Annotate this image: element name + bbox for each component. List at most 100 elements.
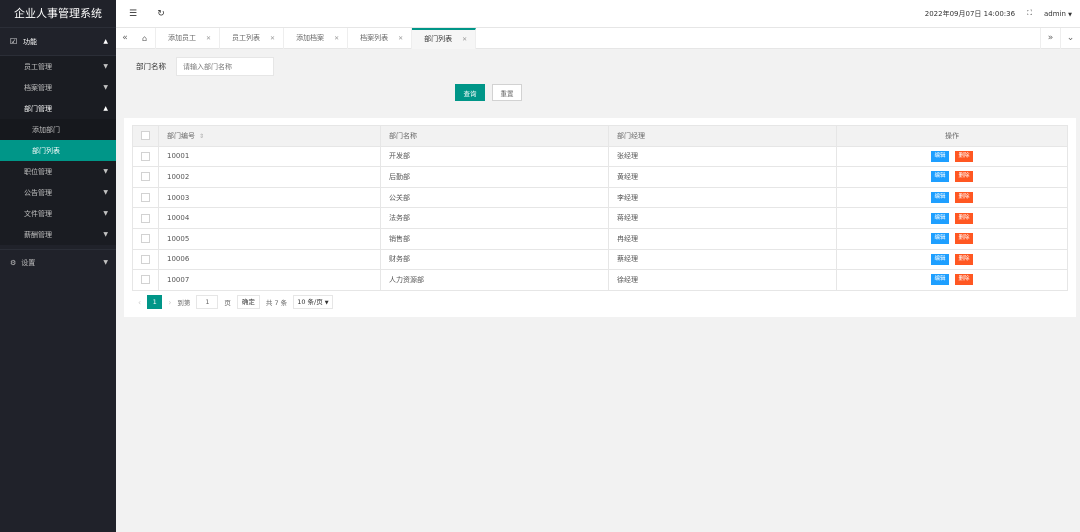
edit-button[interactable]: 编辑 xyxy=(931,150,949,162)
total-count: 共 7 条 xyxy=(265,299,288,307)
close-icon[interactable]: ✕ xyxy=(334,28,339,49)
row-checkbox[interactable] xyxy=(141,151,150,161)
edit-button[interactable]: 编辑 xyxy=(931,171,949,183)
tab-archive-list[interactable]: 档案列表 ✕ xyxy=(348,27,413,49)
close-icon[interactable]: ✕ xyxy=(206,28,211,49)
row-checkbox[interactable] xyxy=(141,254,150,264)
menu-settings[interactable]: ⚙ 设置 ▼ xyxy=(0,249,116,275)
cell-manager: 徐经理 xyxy=(608,269,837,291)
reset-button[interactable]: 重置 xyxy=(492,84,522,101)
delete-button[interactable]: 删除 xyxy=(955,171,973,183)
delete-button[interactable]: 删除 xyxy=(955,233,973,245)
row-select-cell[interactable] xyxy=(132,207,159,229)
delete-button[interactable]: 删除 xyxy=(955,192,973,204)
close-icon[interactable]: ✕ xyxy=(398,28,403,49)
edit-button[interactable]: 编辑 xyxy=(931,274,949,286)
edit-button[interactable]: 编辑 xyxy=(931,212,949,224)
delete-button[interactable]: 删除 xyxy=(955,150,973,162)
tab-add-employee[interactable]: 添加员工 ✕ xyxy=(156,27,221,49)
col-dept-id[interactable]: 部门编号 ⇕ xyxy=(158,125,381,147)
chevron-down-icon: ▼ xyxy=(324,300,329,306)
datetime: 2022年09月07日 14:00:36 xyxy=(924,9,1016,18)
chevron-down-icon: ▼ xyxy=(103,189,108,196)
menu-functions[interactable]: ☑ 功能 ▲ xyxy=(0,28,116,56)
sidebar-subitem-dept-list[interactable]: 部门列表 xyxy=(0,140,116,161)
tabs-scroll-right-icon[interactable]: » xyxy=(1040,27,1060,49)
prev-page-icon[interactable]: ‹ xyxy=(138,298,141,307)
row-select-cell[interactable] xyxy=(132,145,159,168)
sidebar-subitem-label: 部门列表 xyxy=(32,146,60,155)
row-checkbox[interactable] xyxy=(141,172,150,182)
select-all-checkbox[interactable] xyxy=(141,131,150,141)
row-checkbox[interactable] xyxy=(141,213,150,223)
tab-add-archive[interactable]: 添加档案 ✕ xyxy=(284,27,349,49)
table-row: 10006 财务部 蔡经理 编辑 删除 xyxy=(132,248,1068,271)
sort-icon[interactable]: ⇕ xyxy=(199,133,204,140)
row-select-cell[interactable] xyxy=(132,248,159,271)
sidebar-item-archive[interactable]: 档案管理 ▼ xyxy=(0,77,116,98)
table-row: 10001 开发部 张经理 编辑 删除 xyxy=(132,145,1068,168)
col-dept-name: 部门名称 xyxy=(380,125,609,147)
row-checkbox[interactable] xyxy=(141,193,150,203)
close-icon[interactable]: ✕ xyxy=(270,28,275,49)
row-checkbox[interactable] xyxy=(141,234,150,244)
username: admin xyxy=(1043,9,1066,18)
delete-button[interactable]: 删除 xyxy=(955,253,973,265)
sidebar-item-department[interactable]: 部门管理 ▲ xyxy=(0,98,116,119)
col-manager: 部门经理 xyxy=(608,125,837,147)
table-panel: 部门编号 ⇕ 部门名称 部门经理 操作 10001 开发部 张经理 编辑 删除 10… xyxy=(124,118,1076,317)
tab-employee-list[interactable]: 员工列表 ✕ xyxy=(220,27,285,49)
cell-dept-name: 人力资源部 xyxy=(380,269,609,291)
col-label: 部门名称 xyxy=(389,131,417,140)
col-label: 部门编号 xyxy=(167,131,195,140)
edit-button[interactable]: 编辑 xyxy=(931,233,949,245)
edit-button[interactable]: 编辑 xyxy=(931,253,949,265)
row-select-cell[interactable] xyxy=(132,269,159,291)
col-label: 操作 xyxy=(945,131,959,140)
cell-actions: 编辑 删除 xyxy=(836,186,1068,209)
tabs-scroll-left-icon[interactable]: « xyxy=(116,33,134,43)
sidebar-item-file[interactable]: 文件管理 ▼ xyxy=(0,203,116,224)
page-confirm-button[interactable]: 确定 xyxy=(236,295,260,309)
chevron-down-icon: ▼ xyxy=(103,84,108,91)
row-select-cell[interactable] xyxy=(132,227,159,250)
tab-dept-list[interactable]: 部门列表 ✕ xyxy=(412,27,477,50)
sidebar-subitem-add-dept[interactable]: 添加部门 xyxy=(0,119,116,140)
pagination: ‹ 1 › 到第 1 页 确定 共 7 条 10 条/页 ▼ xyxy=(138,295,333,309)
user-menu[interactable]: admin ▼ xyxy=(1044,10,1072,18)
cell-manager: 李经理 xyxy=(608,186,837,209)
page-size-select[interactable]: 10 条/页 ▼ xyxy=(293,295,333,309)
sidebar-item-notice[interactable]: 公告管理 ▼ xyxy=(0,182,116,203)
tab-label: 添加档案 xyxy=(296,33,325,42)
col-actions: 操作 xyxy=(836,125,1068,147)
select-all-cell[interactable] xyxy=(132,125,159,147)
chevron-down-icon: ▼ xyxy=(103,168,108,175)
menu-toggle-icon[interactable]: ☰ xyxy=(122,9,144,19)
home-icon[interactable]: ⌂ xyxy=(134,27,156,49)
sidebar-item-salary[interactable]: 薪酬管理 ▼ xyxy=(0,224,116,245)
delete-button[interactable]: 删除 xyxy=(955,212,973,224)
row-checkbox[interactable] xyxy=(141,275,150,285)
tabs-menu-chevron-icon[interactable]: ⌄ xyxy=(1060,27,1080,49)
close-icon[interactable]: ✕ xyxy=(462,29,467,50)
page-jump-input[interactable]: 1 xyxy=(196,295,219,309)
page-current[interactable]: 1 xyxy=(147,295,163,309)
delete-button[interactable]: 删除 xyxy=(955,274,973,286)
chevron-up-icon: ▲ xyxy=(103,38,108,45)
cell-manager: 蔡经理 xyxy=(608,248,837,271)
row-select-cell[interactable] xyxy=(132,186,159,209)
cell-actions: 编辑 删除 xyxy=(836,269,1068,291)
sidebar-item-position[interactable]: 职位管理 ▼ xyxy=(0,161,116,182)
edit-button[interactable]: 编辑 xyxy=(931,192,949,204)
next-page-icon[interactable]: › xyxy=(168,298,171,307)
fullscreen-icon[interactable]: ⛶ xyxy=(1027,9,1032,18)
cell-actions: 编辑 删除 xyxy=(836,145,1068,168)
cell-dept-id: 10006 xyxy=(158,248,381,271)
sidebar-item-employee[interactable]: 员工管理 ▼ xyxy=(0,56,116,77)
query-button[interactable]: 查询 xyxy=(455,84,485,101)
tab-label: 档案列表 xyxy=(360,33,389,42)
dept-name-input[interactable] xyxy=(176,57,274,76)
chevron-down-icon: ▼ xyxy=(103,63,108,70)
refresh-icon[interactable]: ↻ xyxy=(150,9,172,19)
row-select-cell[interactable] xyxy=(132,166,159,188)
